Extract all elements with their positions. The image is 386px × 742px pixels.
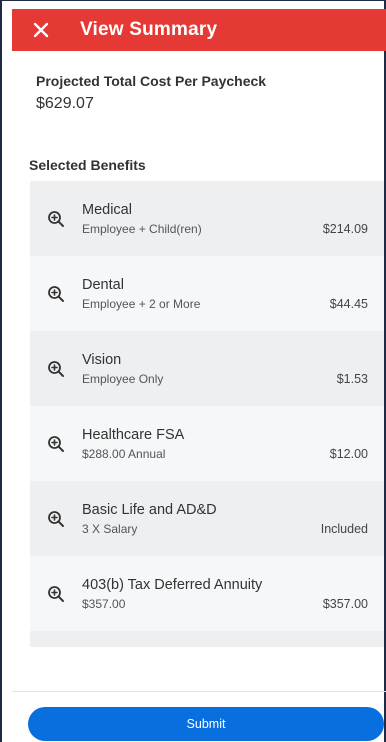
page-title: View Summary [80,19,218,40]
benefit-cost: $1.53 [336,372,368,386]
projected-cost-label: Projected Total Cost Per Paycheck [36,73,267,89]
benefit-coverage: Employee + 2 or More [82,297,201,311]
phone-frame: View Summary Projected Total Cost Per Pa… [0,0,386,742]
close-icon [33,22,49,38]
list-overflow-row [30,631,384,647]
projected-cost-summary: Projected Total Cost Per Paycheck $629.0… [36,73,266,113]
benefit-cost: $12.00 [329,447,368,461]
benefit-name: Dental [82,277,124,293]
benefit-coverage: Employee + Child(ren) [82,222,202,236]
benefit-coverage: $357.00 [82,597,126,611]
benefit-row-basic-life[interactable]: Basic Life and AD&D 3 X Salary Included [30,481,384,556]
benefit-row-healthcare-fsa[interactable]: Healthcare FSA $288.00 Annual $12.00 [30,406,384,481]
benefit-row-403b[interactable]: 403(b) Tax Deferred Annuity $357.00 $357… [30,556,384,631]
zoom-in-icon [48,511,64,527]
close-button[interactable] [20,9,62,51]
benefit-coverage: 3 X Salary [82,522,138,536]
benefit-cost: $357.00 [322,597,368,611]
benefit-cost: Included [320,522,368,536]
benefit-row-dental[interactable]: Dental Employee + 2 or More $44.45 [30,256,384,331]
benefits-list: Medical Employee + Child(ren) $214.09 De… [30,181,384,647]
submit-button[interactable]: Submit [28,707,384,741]
footer-divider [12,691,386,692]
benefit-name: 403(b) Tax Deferred Annuity [82,577,263,593]
zoom-in-icon [48,286,64,302]
header-bar: View Summary [12,9,386,51]
zoom-in-icon [48,361,64,377]
projected-cost-value: $629.07 [36,95,94,112]
zoom-in-icon [48,436,64,452]
benefit-name: Medical [82,202,132,218]
benefit-name: Basic Life and AD&D [82,502,217,518]
benefit-cost: $44.45 [329,297,368,311]
selected-benefits-heading: Selected Benefits [29,157,146,173]
benefit-name: Vision [82,352,122,368]
benefit-row-medical[interactable]: Medical Employee + Child(ren) $214.09 [30,181,384,256]
benefit-coverage: $288.00 Annual [82,447,166,461]
zoom-in-icon [48,586,64,602]
zoom-in-icon [48,211,64,227]
benefit-row-vision[interactable]: Vision Employee Only $1.53 [30,331,384,406]
benefit-cost: $214.09 [322,222,368,236]
benefit-coverage: Employee Only [82,372,164,386]
benefit-name: Healthcare FSA [82,427,185,443]
